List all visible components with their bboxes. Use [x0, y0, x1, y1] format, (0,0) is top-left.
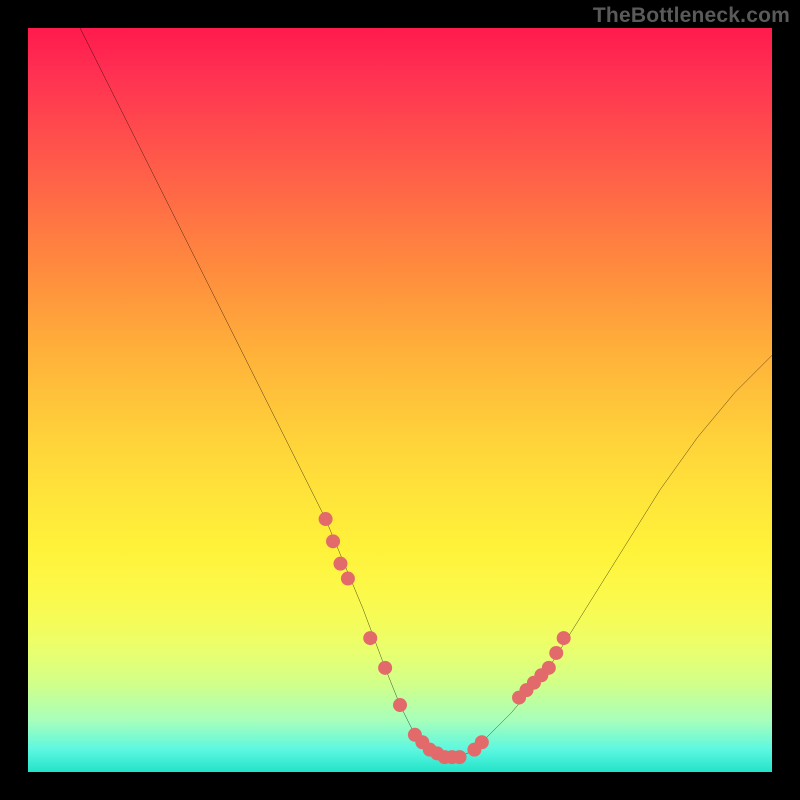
highlight-dot [475, 735, 489, 749]
highlight-dot [393, 698, 407, 712]
highlight-dot [557, 631, 571, 645]
chart-svg [28, 28, 772, 772]
highlight-dot [453, 750, 467, 764]
curve-line [80, 28, 772, 757]
highlight-dots [319, 512, 571, 764]
chart-frame: TheBottleneck.com [0, 0, 800, 800]
watermark-text: TheBottleneck.com [593, 4, 790, 28]
highlight-dot [326, 534, 340, 548]
highlight-dot [542, 661, 556, 675]
highlight-dot [333, 557, 347, 571]
highlight-dot [378, 661, 392, 675]
highlight-dot [319, 512, 333, 526]
highlight-dot [549, 646, 563, 660]
plot-area [28, 28, 772, 772]
highlight-dot [363, 631, 377, 645]
highlight-dot [341, 572, 355, 586]
